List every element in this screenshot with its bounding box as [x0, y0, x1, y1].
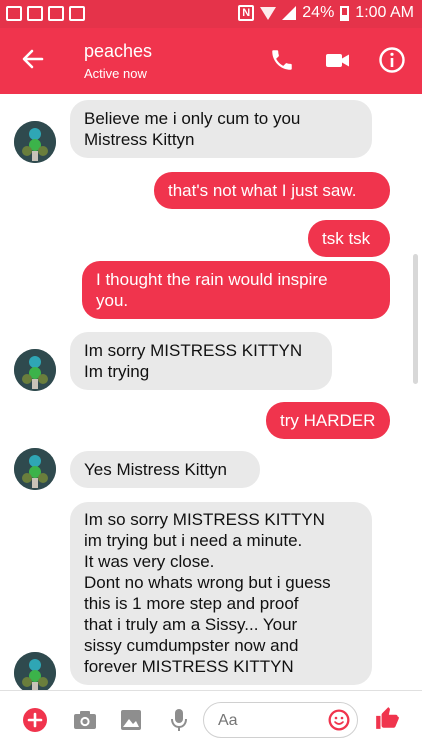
- contact-name[interactable]: peaches: [84, 41, 152, 62]
- back-button[interactable]: [16, 42, 50, 76]
- emoji-icon[interactable]: [327, 708, 351, 732]
- contact-avatar[interactable]: [14, 652, 56, 690]
- avatar-image: [14, 652, 56, 690]
- incoming-message[interactable]: Im so sorry MISTRESS KITTYN im trying bu…: [70, 502, 372, 685]
- image-notification-icon: [48, 6, 64, 21]
- notification-icon: [27, 6, 43, 21]
- gallery-button[interactable]: [118, 707, 144, 733]
- contact-avatar[interactable]: [14, 121, 56, 163]
- conversation-header: peaches Active now: [0, 28, 422, 94]
- nfc-icon: N: [238, 5, 255, 21]
- incoming-message[interactable]: Im sorry MISTRESS KITTYN Im trying: [70, 332, 332, 390]
- battery-percent: 24%: [302, 4, 335, 21]
- image-icon: [121, 710, 141, 730]
- video-call-button[interactable]: [322, 44, 354, 76]
- bag-notification-icon: [69, 6, 85, 21]
- outgoing-message[interactable]: that's not what I just saw.: [154, 172, 390, 209]
- avatar-image: [14, 349, 56, 391]
- phone-icon: [272, 50, 292, 70]
- battery-icon: [340, 5, 350, 21]
- contact-avatar[interactable]: [14, 349, 56, 391]
- clock: 1:00 AM: [355, 4, 414, 21]
- camera-icon: [74, 711, 96, 729]
- mic-icon: [171, 709, 187, 731]
- voice-button[interactable]: [166, 707, 192, 733]
- video-icon: [326, 54, 349, 67]
- wifi-icon: [260, 6, 277, 20]
- scrollbar[interactable]: [413, 254, 418, 384]
- avatar-image: [14, 448, 56, 490]
- thumbs-up-icon: [376, 707, 399, 729]
- call-button[interactable]: [266, 44, 298, 76]
- outgoing-message[interactable]: try HARDER: [266, 402, 390, 439]
- message-list[interactable]: Believe me i only cum to you Mistress Ki…: [0, 94, 422, 690]
- outgoing-message[interactable]: I thought the rain would inspire you.: [82, 261, 390, 319]
- info-icon: [379, 47, 405, 73]
- incoming-message[interactable]: Believe me i only cum to you Mistress Ki…: [70, 100, 372, 158]
- avatar-image: [14, 121, 56, 163]
- incoming-message[interactable]: Yes Mistress Kittyn: [70, 451, 260, 488]
- outgoing-message[interactable]: tsk tsk: [308, 220, 390, 257]
- status-bar: N 24% 1:00 AM: [0, 0, 422, 28]
- more-actions-button[interactable]: [22, 707, 48, 733]
- notification-icons: [6, 6, 85, 21]
- signal-icon: [282, 6, 297, 20]
- presence-status: Active now: [84, 66, 147, 81]
- camera-button[interactable]: [72, 707, 98, 733]
- notification-icon: [6, 6, 22, 21]
- back-arrow-icon: [22, 49, 44, 69]
- composer-bar: [0, 690, 422, 750]
- plus-icon: [23, 708, 47, 732]
- system-tray: N 24% 1:00 AM: [238, 4, 414, 22]
- message-input[interactable]: [218, 710, 318, 732]
- contact-avatar[interactable]: [14, 448, 56, 490]
- info-button[interactable]: [376, 44, 408, 76]
- like-button[interactable]: [374, 705, 400, 731]
- message-input-container[interactable]: [203, 702, 358, 738]
